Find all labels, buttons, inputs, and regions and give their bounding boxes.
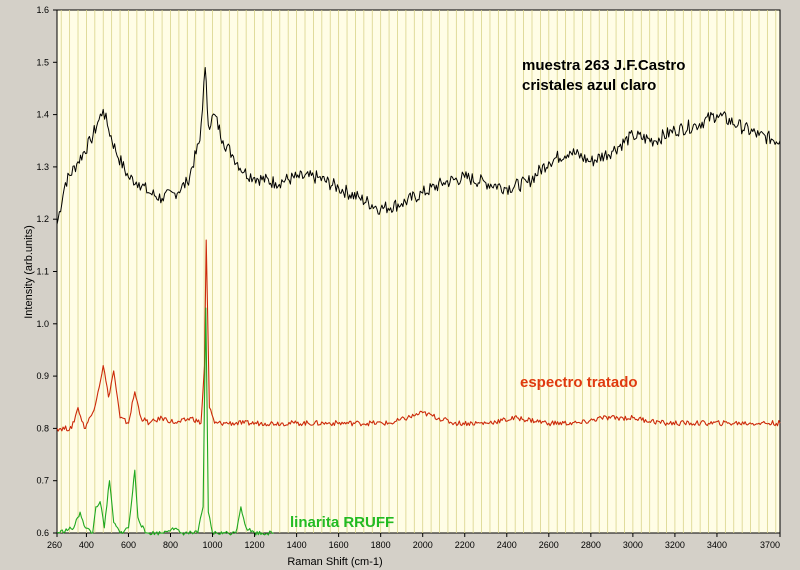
annotation-sample: muestra 263 J.F.Castro <box>522 57 685 74</box>
y-tick-label: 0.6 <box>36 528 49 538</box>
x-axis: 260 400 600 800 1000 1200 1400 1600 1800 2000 2200… <box>47 533 781 550</box>
x-tick-label: 3200 <box>665 540 685 550</box>
x-tick-label: 2200 <box>455 540 475 550</box>
y-tick-label: 1.5 <box>36 57 49 67</box>
x-tick-label: 1400 <box>287 540 307 550</box>
annotation-treated-spectrum: espectro tratado <box>520 374 638 391</box>
x-tick-label: 800 <box>163 540 178 550</box>
x-tick-label: 1600 <box>329 540 349 550</box>
x-axis-label: Raman Shift (cm-1) <box>287 556 382 568</box>
y-tick-label: 1.2 <box>36 214 49 224</box>
y-tick-label: 1.4 <box>36 110 49 120</box>
x-tick-label: 2600 <box>539 540 559 550</box>
x-tick-label: 3700 <box>760 540 780 550</box>
y-axis: 0.6 0.7 0.8 0.9 1.0 1.1 1.2 1.3 1.4 1.5 1.6 <box>36 5 57 538</box>
annotation-linarite-rruff: linarita RRUFF <box>290 514 394 531</box>
x-tick-label: 600 <box>121 540 136 550</box>
chart-window: 0.6 0.7 0.8 0.9 1.0 1.1 1.2 1.3 1.4 1.5 1.6 260 400… <box>0 0 800 570</box>
x-tick-label: 2000 <box>413 540 433 550</box>
x-tick-label: 1000 <box>203 540 223 550</box>
y-tick-label: 1.0 <box>36 319 49 329</box>
x-tick-label: 400 <box>79 540 94 550</box>
y-axis-label: Intensity (arb.units) <box>23 225 35 319</box>
y-tick-label: 1.6 <box>36 5 49 15</box>
y-tick-label: 1.3 <box>36 162 49 172</box>
plot-area <box>56 9 781 534</box>
y-tick-label: 0.9 <box>36 371 49 381</box>
x-tick-label: 3400 <box>707 540 727 550</box>
x-tick-label: 1800 <box>371 540 391 550</box>
raman-chart: 0.6 0.7 0.8 0.9 1.0 1.1 1.2 1.3 1.4 1.5 1.6 260 400… <box>23 5 781 568</box>
y-tick-label: 0.7 <box>36 476 49 486</box>
x-tick-label: 2800 <box>581 540 601 550</box>
x-tick-label: 260 <box>47 540 62 550</box>
x-tick-label: 2400 <box>497 540 517 550</box>
x-tick-label: 3000 <box>623 540 643 550</box>
y-tick-label: 1.1 <box>36 267 49 277</box>
annotation-crystals: cristales azul claro <box>522 77 656 94</box>
y-tick-label: 0.8 <box>36 423 49 433</box>
x-tick-label: 1200 <box>245 540 265 550</box>
